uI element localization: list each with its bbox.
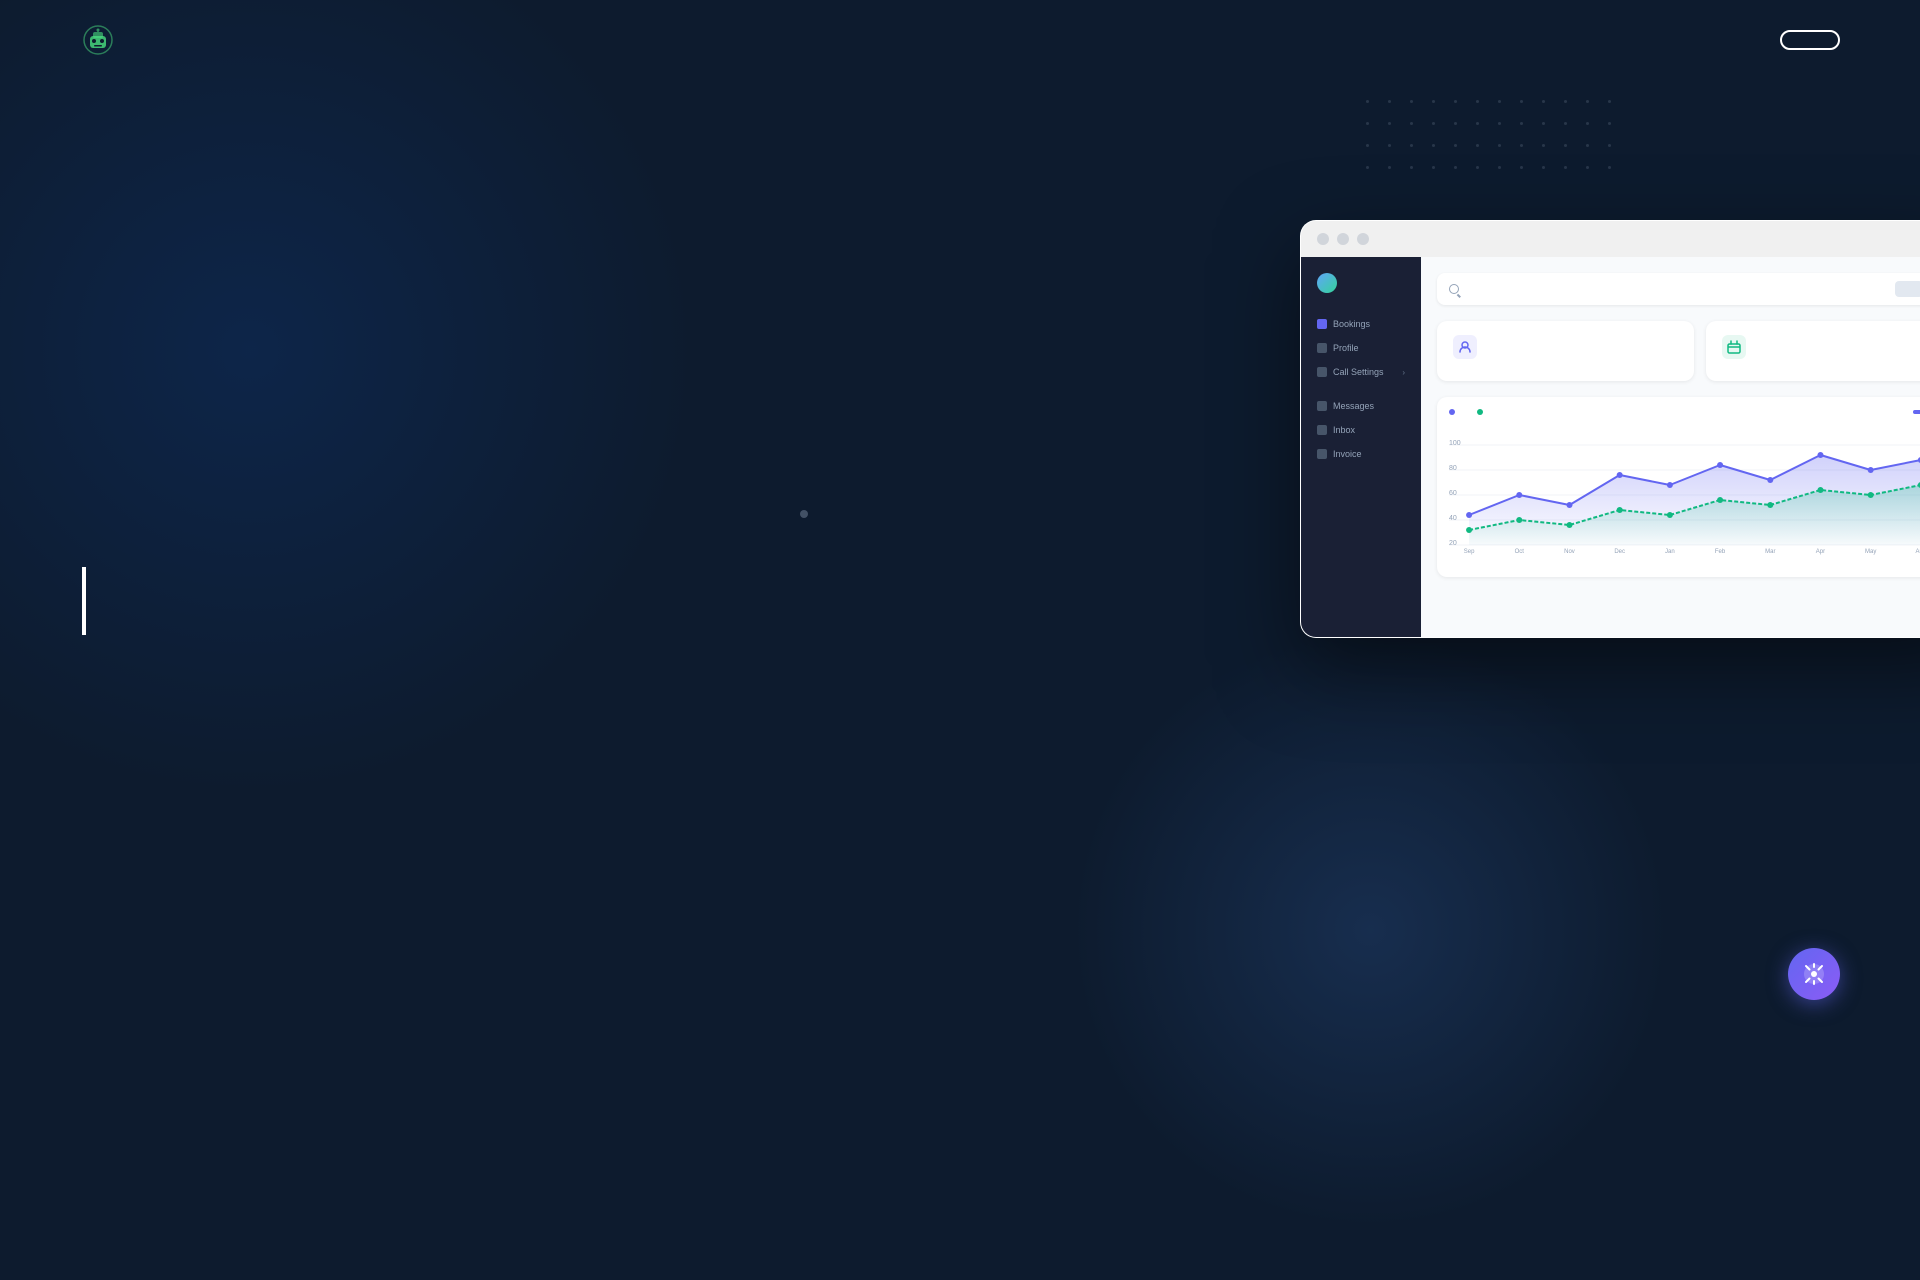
calls-stat-icon — [1453, 335, 1477, 359]
svg-text:Apr: Apr — [1816, 549, 1825, 555]
svg-text:20: 20 — [1449, 540, 1457, 547]
svg-text:May: May — [1865, 549, 1876, 555]
legend-dot-blue — [1449, 409, 1455, 415]
topbar-actions — [1895, 281, 1920, 297]
invoice-icon — [1317, 449, 1327, 459]
stat-card-calls — [1437, 321, 1694, 381]
chart-area: 100 80 60 40 20 — [1437, 397, 1920, 577]
dash-nav-call-settings[interactable]: Call Settings › — [1313, 361, 1409, 383]
chart-period-buttons — [1913, 410, 1920, 414]
stat-card-bookings — [1706, 321, 1920, 381]
login-button[interactable] — [1720, 32, 1760, 48]
logo-icon — [80, 22, 116, 58]
nav-messages-label: Messages — [1333, 401, 1374, 411]
dash-logo-icon — [1317, 273, 1337, 293]
chart-legends — [1449, 409, 1493, 415]
legend-dot-green — [1477, 409, 1483, 415]
dashboard-body: Bookings Profile Call Settings › M — [1301, 257, 1920, 637]
logo-link[interactable] — [80, 22, 126, 58]
window-chrome — [1301, 221, 1920, 257]
navbar — [0, 0, 1920, 80]
period-btn-day[interactable] — [1913, 410, 1920, 414]
nav-actions — [1720, 30, 1840, 50]
dash-search[interactable] — [1449, 284, 1465, 294]
message-icon — [1317, 401, 1327, 411]
dash-nav-invoice[interactable]: Invoice — [1313, 443, 1409, 465]
svg-text:100: 100 — [1449, 440, 1461, 447]
calendar-icon — [1317, 319, 1327, 329]
dash-nav-profile[interactable]: Profile — [1313, 337, 1409, 359]
bookings-stat-icon — [1722, 335, 1746, 359]
svg-text:Feb: Feb — [1715, 549, 1726, 555]
legend-bookings — [1477, 409, 1493, 415]
dashboard-topbar — [1437, 273, 1920, 305]
stats-row — [1437, 321, 1920, 381]
chat-icon — [1802, 962, 1826, 986]
svg-text:80: 80 — [1449, 465, 1457, 472]
search-icon — [1449, 284, 1459, 294]
nav-call-settings-label: Call Settings — [1333, 367, 1384, 377]
nav-invoice-label: Invoice — [1333, 449, 1362, 459]
svg-text:Dec: Dec — [1614, 549, 1625, 555]
nav-inbox-label: Inbox — [1333, 425, 1355, 435]
nav-bookings-label: Bookings — [1333, 319, 1370, 329]
typing-cursor — [82, 567, 86, 635]
svg-text:Nov: Nov — [1564, 549, 1575, 555]
svg-text:Jan: Jan — [1665, 549, 1675, 555]
hero-title — [80, 160, 860, 635]
dashboard-main: 100 80 60 40 20 — [1421, 257, 1920, 637]
topbar-toggle[interactable] — [1895, 281, 1920, 297]
svg-text:Mar: Mar — [1765, 549, 1775, 555]
chart-header — [1449, 409, 1920, 415]
phone-icon — [1317, 367, 1327, 377]
window-dot-close — [1317, 233, 1329, 245]
background-circle — [1020, 580, 1720, 1280]
chart-svg: 100 80 60 40 20 — [1449, 425, 1920, 555]
chevron-icon: › — [1402, 368, 1405, 377]
signup-button[interactable] — [1780, 30, 1840, 50]
hero-left — [80, 140, 860, 665]
svg-text:Sep: Sep — [1464, 549, 1475, 555]
chat-button[interactable] — [1788, 948, 1840, 1000]
dash-nav-bookings[interactable]: Bookings — [1313, 313, 1409, 335]
nav-profile-label: Profile — [1333, 343, 1359, 353]
dash-nav-messages[interactable]: Messages — [1313, 395, 1409, 417]
legend-calls — [1449, 409, 1465, 415]
dashboard-sidebar: Bookings Profile Call Settings › M — [1301, 257, 1421, 637]
svg-text:40: 40 — [1449, 515, 1457, 522]
dash-nav-inbox[interactable]: Inbox — [1313, 419, 1409, 441]
window-dot-maximize — [1357, 233, 1369, 245]
dashboard-mockup: Bookings Profile Call Settings › M — [1300, 220, 1920, 638]
user-icon — [1317, 343, 1327, 353]
dash-logo — [1313, 273, 1409, 293]
svg-text:Aug: Aug — [1916, 549, 1920, 555]
dashboard-window: Bookings Profile Call Settings › M — [1300, 220, 1920, 638]
hero-section: Bookings Profile Call Settings › M — [0, 80, 1920, 665]
window-dot-minimize — [1337, 233, 1349, 245]
inbox-icon — [1317, 425, 1327, 435]
svg-text:Oct: Oct — [1515, 549, 1525, 555]
svg-text:60: 60 — [1449, 490, 1457, 497]
